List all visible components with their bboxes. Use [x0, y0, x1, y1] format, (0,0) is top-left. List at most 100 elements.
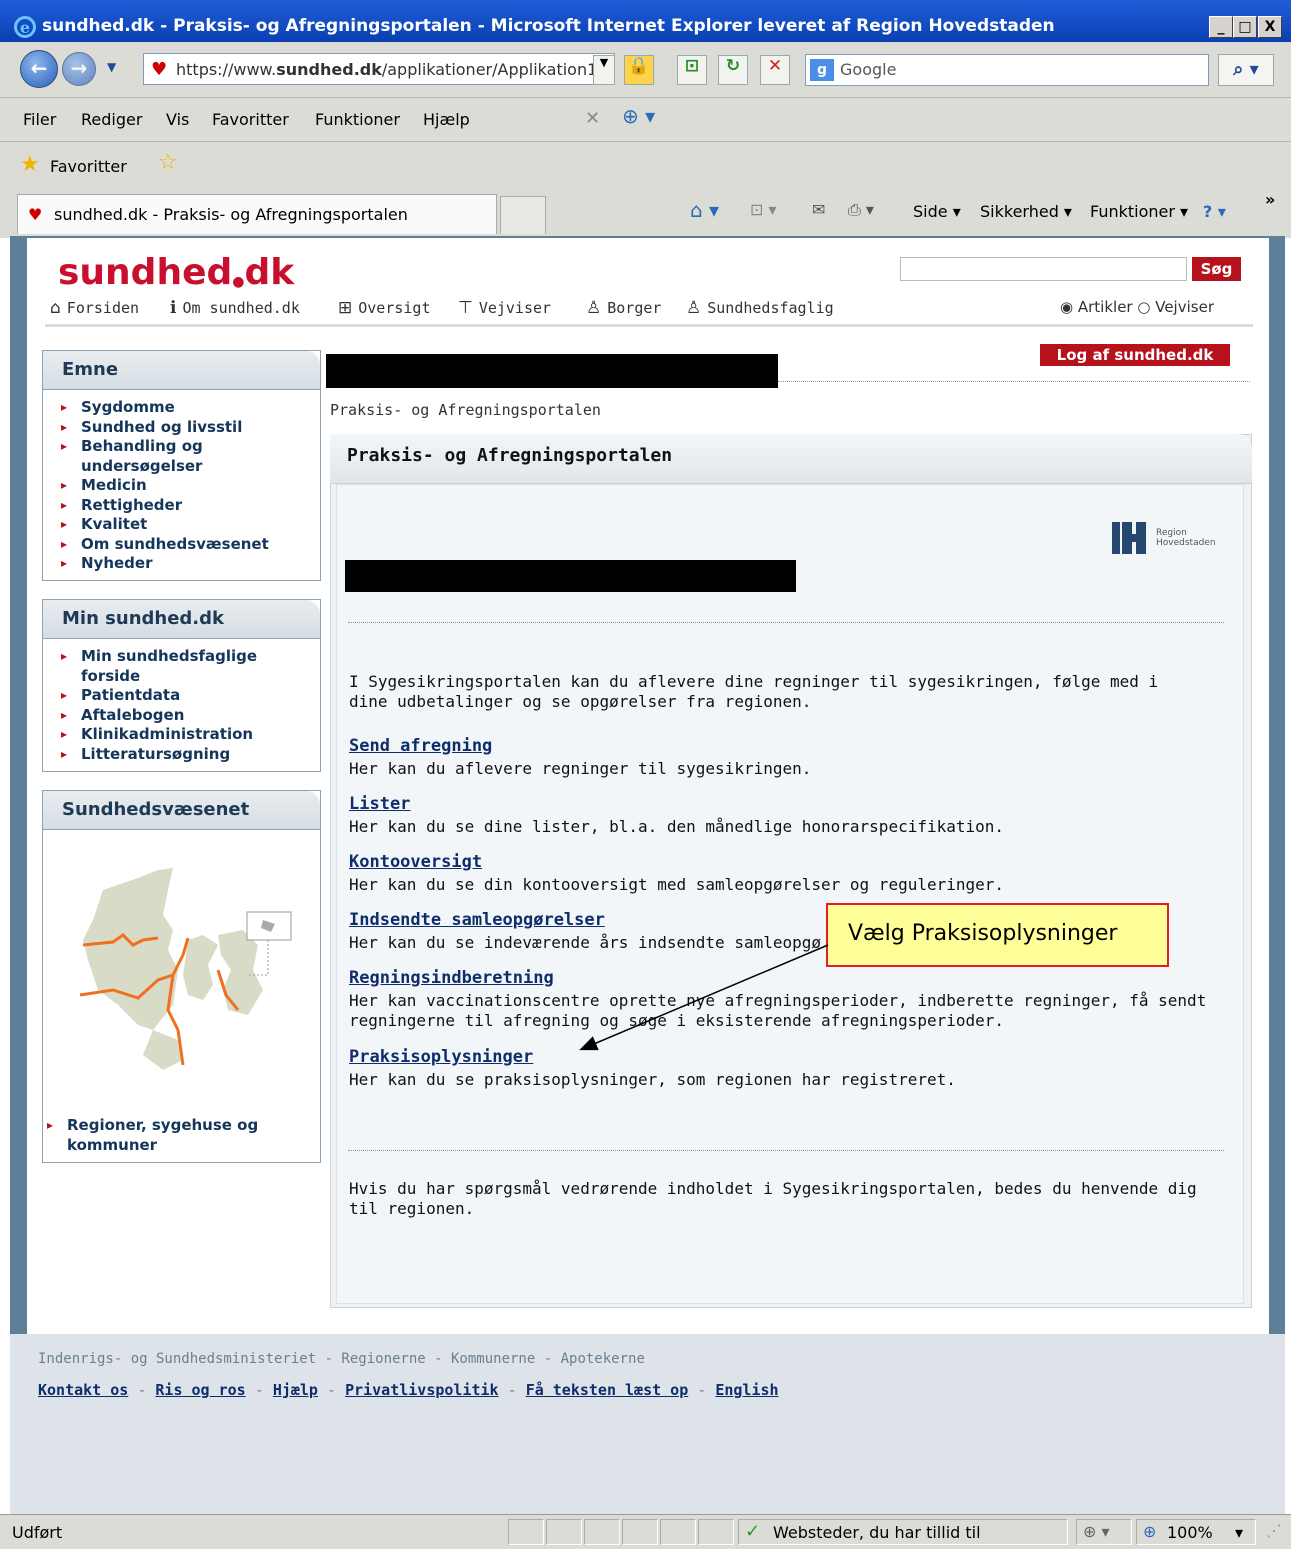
sidebar-min-title: Min sundhed.dk	[43, 600, 320, 639]
link-indsendte-samleopgoerelser[interactable]: Indsendte samleopgørelser	[349, 910, 605, 930]
refresh-icon[interactable]: ↻	[718, 55, 748, 85]
close-toolbar-icon[interactable]: ✕	[585, 108, 600, 129]
footer-link-laest-op[interactable]: Få teksten læst op	[526, 1381, 689, 1399]
minimize-button[interactable]: _	[1209, 16, 1233, 38]
sidebar-item[interactable]: Sundhed og livsstil	[61, 418, 320, 438]
search-button[interactable]: ⌕ ▾	[1218, 54, 1274, 86]
footer-link-kontakt[interactable]: Kontakt os	[38, 1381, 128, 1399]
footer-link-ris-og-ros[interactable]: Ris og ros	[155, 1381, 245, 1399]
favorites-button[interactable]: Favoritter	[50, 157, 127, 176]
radio-vejviser[interactable]: ○	[1137, 298, 1155, 316]
more-commands-button[interactable]: »	[1265, 190, 1275, 209]
radio-artikler[interactable]: ◉	[1060, 298, 1078, 316]
address-bar[interactable]: ♥ https://www.sundhed.dk/applikationer/Ap…	[143, 53, 615, 85]
zoom-control[interactable]: ⊕ 100% ▾	[1136, 1519, 1256, 1545]
footer-link-privatliv[interactable]: Privatlivspolitik	[345, 1381, 499, 1399]
nav-sundhedsfaglig[interactable]: ♙ Sundhedsfaglig	[686, 298, 834, 318]
history-dropdown-icon[interactable]: ▼	[107, 60, 116, 74]
sidebar-item[interactable]: Klinikadministration	[61, 725, 320, 745]
sidebar-item[interactable]: Medicin	[61, 476, 320, 496]
person-icon: ♙	[586, 298, 602, 318]
status-cell	[698, 1519, 734, 1545]
window-title: sundhed.dk - Praksis- og Afregningsporta…	[42, 16, 1055, 36]
menu-rediger[interactable]: Rediger	[81, 110, 142, 129]
help-icon[interactable]: ? ▾	[1203, 202, 1226, 221]
logout-button[interactable]: Log af sundhed.dk	[1040, 344, 1230, 366]
ie-icon: e	[14, 16, 36, 38]
translate-icon[interactable]: ⊕ ▾	[622, 104, 655, 128]
redacted-block	[345, 560, 796, 592]
link-send-afregning[interactable]: Send afregning	[349, 736, 492, 756]
security-zone[interactable]: ✓ Websteder, du har tillid til	[738, 1519, 1068, 1545]
window-title-bar: e sundhed.dk - Praksis- og Afregningspor…	[0, 0, 1291, 42]
footer-link-english[interactable]: English	[715, 1381, 778, 1399]
footer-link-hjaelp[interactable]: Hjælp	[273, 1381, 318, 1399]
link-regningsindberetning[interactable]: Regningsindberetning	[349, 968, 554, 988]
status-text: Udført	[12, 1523, 63, 1542]
intro-text: I Sygesikringsportalen kan du aflevere d…	[349, 672, 1159, 711]
close-button[interactable]: X	[1258, 16, 1282, 38]
nav-vejviser[interactable]: ⊤ Vejviser	[458, 298, 551, 318]
annotation-arrow	[579, 944, 829, 1051]
stop-icon[interactable]: ✕	[760, 55, 790, 85]
nav-borger[interactable]: ♙ Borger	[586, 298, 661, 318]
address-dropdown-icon[interactable]: ▼	[593, 55, 615, 85]
site-heart-icon: ♥	[151, 59, 168, 80]
breadcrumb[interactable]: Praksis- og Afregningsportalen	[330, 401, 601, 419]
menu-hjaelp[interactable]: Hjælp	[423, 110, 470, 129]
protected-mode[interactable]: ⊕ ▾	[1076, 1519, 1132, 1545]
menu-funktioner[interactable]: Funktioner	[315, 110, 400, 129]
sundhed-logo[interactable]: sundhed●dk	[58, 252, 294, 293]
page-menu[interactable]: Side ▾	[913, 202, 961, 221]
menu-favoritter[interactable]: Favoritter	[212, 110, 289, 129]
maximize-button[interactable]: □	[1233, 16, 1257, 38]
sidebar-item[interactable]: Patientdata	[61, 686, 320, 706]
home-icon[interactable]: ⌂ ▾	[690, 198, 719, 222]
lock-icon[interactable]: 🔒	[624, 55, 654, 85]
footer-note: Hvis du har spørgsmål vedrørende indhold…	[349, 1179, 1197, 1218]
mail-icon[interactable]: ✉	[812, 200, 825, 219]
link-lister[interactable]: Lister	[349, 794, 410, 814]
forward-button[interactable]: →	[62, 52, 96, 86]
sidebar-item[interactable]: Min sundhedsfaglige forside	[61, 647, 281, 686]
new-tab-button[interactable]	[500, 196, 546, 234]
print-icon[interactable]: ⎙ ▾	[848, 200, 874, 220]
sidebar-item[interactable]: Behandling og undersøgelser	[61, 437, 261, 476]
item-desc: Her kan du se dine lister, bl.a. den mån…	[349, 817, 1005, 836]
safety-menu[interactable]: Sikkerhed ▾	[980, 202, 1072, 221]
menu-filer[interactable]: Filer	[23, 110, 56, 129]
menu-vis[interactable]: Vis	[166, 110, 189, 129]
nav-forsiden[interactable]: ⌂ Forsiden	[50, 298, 139, 318]
header-divider	[45, 324, 1253, 327]
favorites-star-icon[interactable]: ★	[20, 152, 40, 177]
sidebar-item[interactable]: Rettigheder	[61, 496, 320, 516]
back-button[interactable]: ←	[20, 50, 58, 88]
sidebar-item[interactable]: Nyheder	[61, 554, 320, 574]
search-placeholder: Google	[840, 60, 897, 79]
sidebar-item[interactable]: Litteratursøgning	[61, 745, 320, 765]
feeds-icon[interactable]: ⊡ ▾	[750, 200, 777, 219]
nav-oversigt[interactable]: ⊞ Oversigt	[338, 298, 431, 318]
search-input[interactable]: g Google	[805, 54, 1209, 86]
sidebar-item[interactable]: Om sundhedsvæsenet	[61, 535, 320, 555]
resize-grip-icon[interactable]: ⋰	[1266, 1521, 1282, 1540]
status-cell	[622, 1519, 658, 1545]
compatibility-icon[interactable]: ⊡	[677, 55, 707, 85]
browser-tab[interactable]: ♥ sundhed.dk - Praksis- og Afregningsport…	[17, 194, 497, 234]
tab-heart-icon: ♥	[28, 205, 43, 224]
sidebar-item[interactable]: Sygdomme	[61, 398, 320, 418]
tools-menu[interactable]: Funktioner ▾	[1090, 202, 1188, 221]
link-kontooversigt[interactable]: Kontooversigt	[349, 852, 482, 872]
sidebar-item[interactable]: Kvalitet	[61, 515, 320, 535]
nav-om-sundhed[interactable]: ℹ Om sundhed.dk	[170, 298, 300, 318]
sidebar-item-regioner[interactable]: Regioner, sygehuse og kommuner	[47, 1116, 277, 1155]
add-favorite-icon[interactable]: ☆	[158, 150, 178, 175]
denmark-map[interactable]	[43, 830, 320, 1110]
sidebar-sv-title: Sundhedsvæsenet	[43, 791, 320, 830]
site-search-input[interactable]	[900, 257, 1187, 281]
dotted-divider	[778, 381, 1250, 382]
link-praksisoplysninger[interactable]: Praksisoplysninger	[349, 1047, 533, 1067]
site-search-button[interactable]: Søg	[1192, 257, 1241, 281]
sitemap-icon: ⊞	[338, 298, 353, 318]
sidebar-item[interactable]: Aftalebogen	[61, 706, 320, 726]
